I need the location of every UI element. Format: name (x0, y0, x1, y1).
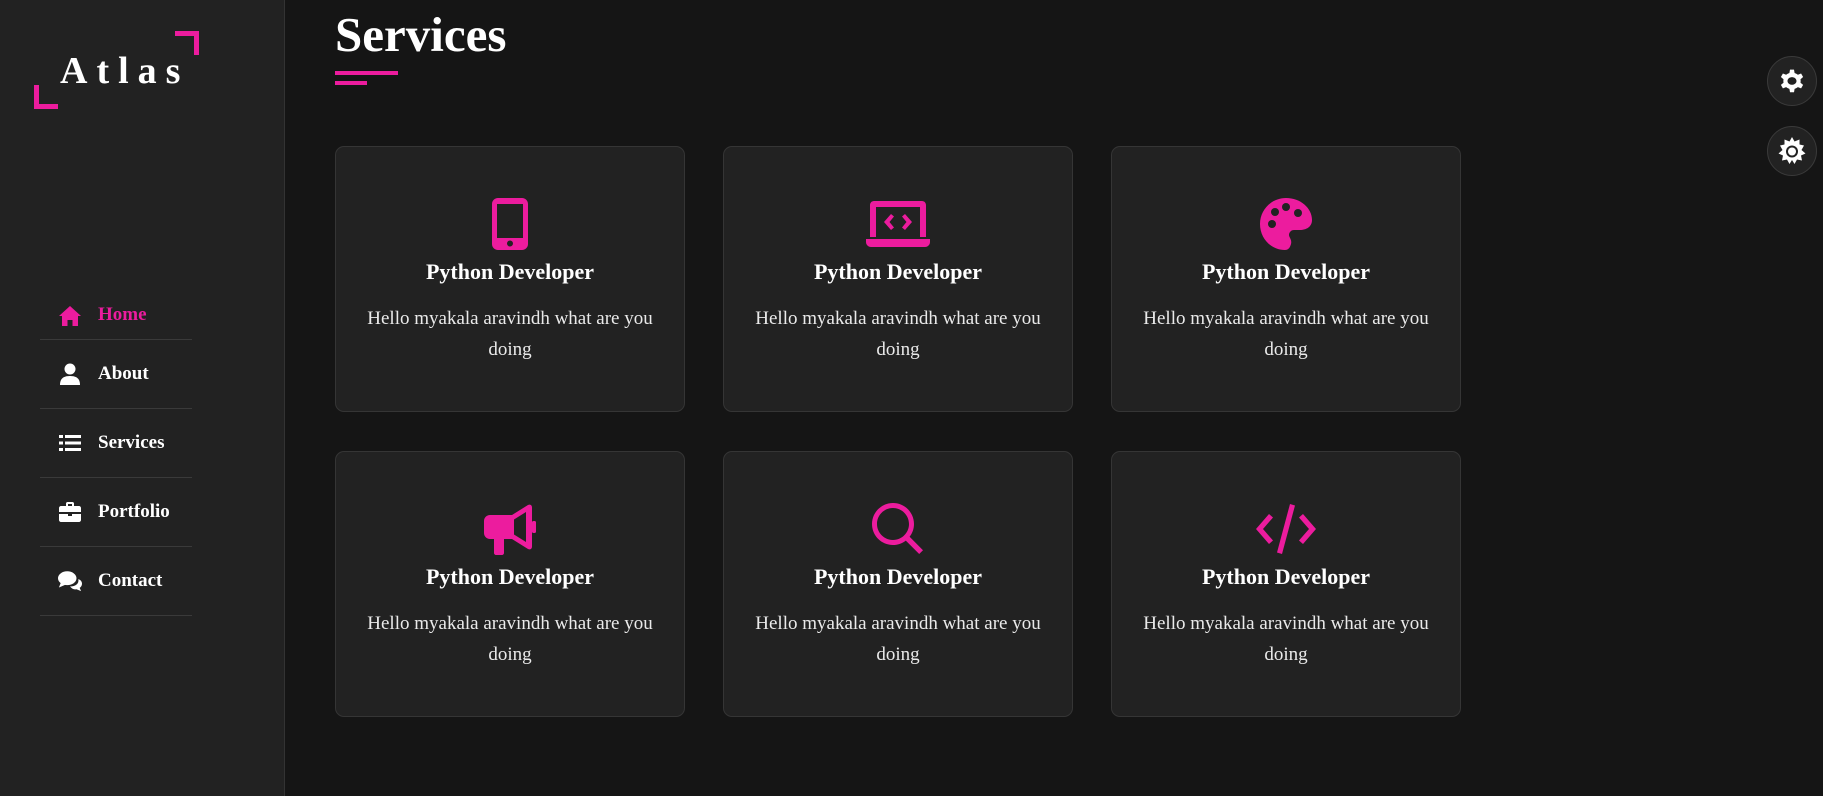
service-card[interactable]: Python Developer Hello myakala aravindh … (335, 146, 685, 412)
logo-corner-decoration (34, 85, 58, 109)
service-card-title: Python Developer (1201, 564, 1371, 589)
gear-icon (1779, 68, 1805, 94)
logo[interactable]: Atlas (34, 31, 199, 109)
sidebar-item-services[interactable]: Services (40, 409, 192, 478)
theme-toggle-button[interactable] (1767, 126, 1817, 176)
sidebar: Atlas Home About Services Portfolio Cont… (0, 0, 285, 796)
palette-icon (1112, 197, 1460, 251)
service-card[interactable]: Python Developer Hello myakala aravindh … (1111, 451, 1461, 717)
service-card-title: Python Developer (425, 564, 595, 589)
sun-icon (1778, 137, 1806, 165)
service-card-title: Python Developer (813, 259, 983, 284)
list-icon (58, 431, 82, 455)
service-card-description: Hello myakala aravindh what are you doin… (367, 613, 653, 665)
laptop-code-icon (724, 197, 1072, 251)
sidebar-item-contact[interactable]: Contact (40, 547, 192, 616)
service-card-description: Hello myakala aravindh what are you doin… (1143, 308, 1429, 360)
service-card-title: Python Developer (1201, 259, 1371, 284)
sidebar-item-label: About (98, 363, 149, 384)
settings-button[interactable] (1767, 56, 1817, 106)
logo-text: Atlas (60, 50, 190, 92)
service-card[interactable]: Python Developer Hello myakala aravindh … (723, 146, 1073, 412)
service-card-description: Hello myakala aravindh what are you doin… (1143, 613, 1429, 665)
title-underline (335, 71, 398, 75)
service-card-title: Python Developer (813, 564, 983, 589)
service-card-title: Python Developer (425, 259, 595, 284)
bullhorn-icon (336, 502, 684, 556)
sidebar-item-label: Portfolio (98, 501, 170, 522)
service-card-description: Hello myakala aravindh what are you doin… (755, 308, 1041, 360)
sidebar-item-label: Contact (98, 570, 163, 591)
briefcase-icon (58, 500, 82, 524)
mobile-icon (336, 197, 684, 251)
service-card[interactable]: Python Developer Hello myakala aravindh … (1111, 146, 1461, 412)
code-icon (1112, 502, 1460, 556)
title-underline (335, 81, 367, 85)
service-card-description: Hello myakala aravindh what are you doin… (755, 613, 1041, 665)
sidebar-item-label: Services (98, 432, 165, 453)
services-grid: Python Developer Hello myakala aravindh … (335, 146, 1461, 717)
page-title: Services (335, 7, 507, 62)
sidebar-item-about[interactable]: About (40, 340, 192, 409)
comments-icon (58, 569, 82, 593)
sidebar-nav: Home About Services Portfolio Contact (40, 296, 192, 616)
search-icon (724, 502, 1072, 556)
user-icon (58, 362, 82, 386)
service-card-description: Hello myakala aravindh what are you doin… (367, 308, 653, 360)
sidebar-item-home[interactable]: Home (40, 296, 192, 340)
service-card[interactable]: Python Developer Hello myakala aravindh … (723, 451, 1073, 717)
sidebar-item-portfolio[interactable]: Portfolio (40, 478, 192, 547)
home-icon (58, 304, 82, 328)
sidebar-item-label: Home (98, 304, 147, 325)
service-card[interactable]: Python Developer Hello myakala aravindh … (335, 451, 685, 717)
